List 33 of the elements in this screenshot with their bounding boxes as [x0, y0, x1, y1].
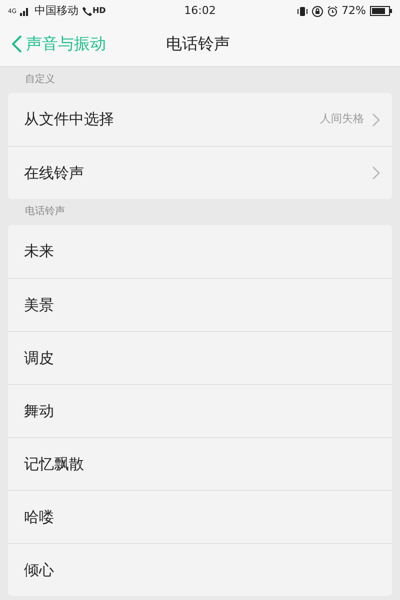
clock-time: 16:02: [183, 2, 217, 19]
lock-icon: [312, 6, 323, 16]
item-label: 美景: [24, 294, 55, 316]
item-label: 调皮: [24, 348, 55, 369]
section-header: 电话铃声: [24, 204, 66, 219]
page-title: 电话铃声: [166, 33, 230, 55]
item-label: 舞动: [24, 400, 55, 422]
vibrate-icon: [296, 6, 308, 16]
list-item[interactable]: 调皮: [8, 331, 392, 384]
list-item[interactable]: 从文件中选择 人间失格: [8, 93, 392, 146]
list-item[interactable]: 倾心: [8, 543, 392, 596]
item-label: 哈喽: [24, 506, 55, 528]
signal-icon: [20, 6, 30, 16]
battery-icon: [370, 6, 392, 16]
phone-icon: [82, 6, 92, 16]
item-label: 倾心: [24, 560, 55, 581]
back-icon: [12, 35, 22, 53]
section-header: 自定义: [24, 72, 56, 87]
item-label: 从文件中选择: [24, 109, 115, 130]
list-item[interactable]: 未来: [8, 225, 392, 278]
item-label: 记忆飘散: [24, 454, 85, 475]
list-item[interactable]: 美景: [8, 278, 392, 331]
hd-label: HD: [92, 5, 106, 17]
list-item[interactable]: 舞动: [8, 384, 392, 437]
item-label: 未来: [24, 241, 55, 262]
alarm-icon: [326, 6, 338, 16]
list-item[interactable]: 记忆飘散: [8, 437, 392, 490]
item-value: 人间失格: [320, 111, 364, 128]
item-label: 在线铃声: [24, 162, 85, 184]
list-item[interactable]: 在线铃声: [8, 146, 392, 199]
list-item[interactable]: 哈喽: [8, 490, 392, 543]
carrier-name: 中国移动: [34, 2, 78, 19]
battery-percent: 72%: [342, 2, 366, 19]
